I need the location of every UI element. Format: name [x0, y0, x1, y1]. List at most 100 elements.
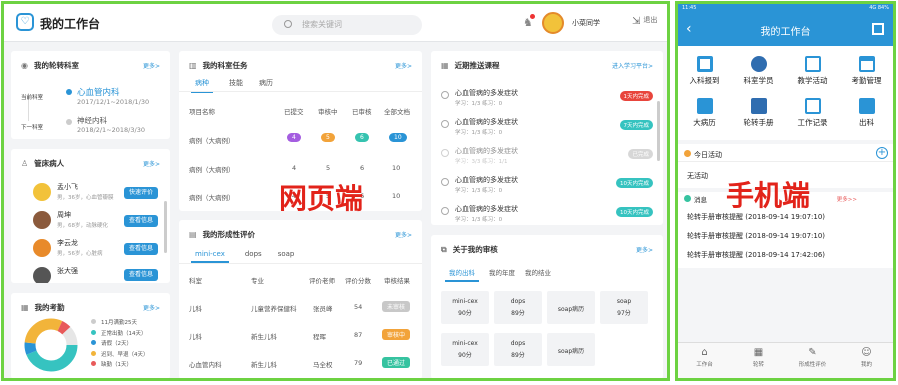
rotation-more-link[interactable]: 更多> — [143, 61, 160, 70]
patient-name: 周坤 — [57, 211, 71, 219]
course-name: 心血管病的多发症状 — [455, 89, 518, 97]
grid-item-checkin[interactable]: 入科报到 — [678, 56, 731, 86]
patient-avatar — [33, 239, 51, 257]
total-count: 10 — [392, 164, 401, 172]
attendance-more-link[interactable]: 更多> — [143, 303, 160, 312]
teacher-cell: 程晖 — [313, 333, 326, 341]
legend-item: 正常出勤（14天） — [91, 329, 149, 340]
tab-record[interactable]: 病历 — [259, 78, 273, 88]
patient-avatar — [33, 183, 51, 201]
grid-item-worklog[interactable]: 工作记录 — [786, 98, 839, 128]
review-card[interactable]: mini-cex 90分 — [441, 291, 489, 324]
logout-button[interactable]: ⇲ 退出 — [632, 15, 657, 27]
mobile-label: 手机端 — [726, 179, 811, 212]
list-item[interactable]: 心血管病的多发症状 学习：1/3 练习：0 10天内完成 — [441, 203, 663, 225]
grid-item-attendance[interactable]: 考勤管理 — [840, 56, 893, 86]
attendance-donut-chart — [24, 318, 78, 372]
nav-workbench[interactable]: ⌂ 工作台 — [678, 347, 731, 368]
reviews-more-link[interactable]: 更多> — [636, 245, 653, 254]
scrollbar[interactable] — [657, 101, 660, 161]
view-info-button[interactable]: 查看信息 — [124, 243, 158, 255]
grid-item-exit[interactable]: 出科 — [840, 98, 893, 128]
review-card[interactable]: mini-cex 90分 — [441, 333, 489, 366]
learning-platform-link[interactable]: 进入学习平台> — [612, 61, 653, 70]
table-icon: ▥ — [189, 61, 197, 70]
add-activity-button[interactable]: + — [876, 147, 888, 159]
smile-icon: ☺ — [861, 347, 872, 358]
nav-formative[interactable]: ✎ 形成性评价 — [786, 347, 839, 368]
course-radio-icon — [441, 178, 449, 186]
list-item[interactable]: 心血管病的多发症状 学习：3/3 练习：1/1 已完成 — [441, 145, 663, 167]
legend-dot — [91, 329, 96, 335]
logout-label: 退出 — [643, 16, 658, 24]
status-bar: 11:45 4G 84% — [678, 4, 893, 13]
review-card[interactable]: dops 89分 — [494, 333, 542, 366]
col-header: 审核结果 — [384, 277, 410, 285]
grid-item-teaching[interactable]: 教学活动 — [786, 56, 839, 86]
mobile-title: 我的工作台 — [760, 27, 811, 38]
review-card[interactable]: dops 89分 — [494, 291, 542, 324]
course-stats: 学习：3/3 练习：1/1 — [455, 159, 508, 165]
grid-item-students[interactable]: 科室学员 — [732, 56, 785, 86]
messages-more-link[interactable]: 更多>> — [837, 195, 857, 203]
tasks-more-link[interactable]: 更多> — [395, 61, 412, 70]
view-info-button[interactable]: 查看信息 — [124, 269, 158, 281]
tab-my-exit[interactable]: 我的出科 — [445, 267, 479, 282]
tab-my-annual[interactable]: 我的年度 — [489, 267, 515, 277]
legend-item: 11月满勤25天 — [91, 318, 149, 329]
patient-detail: 男，36岁，心血管瓣膜 — [57, 195, 114, 201]
scan-icon[interactable] — [872, 23, 884, 35]
patients-more-link[interactable]: 更多> — [143, 159, 160, 168]
quick-evaluate-button[interactable]: 快速评价 — [124, 187, 158, 199]
grid-item-handbook[interactable]: 轮转手册 — [732, 98, 785, 128]
submitted-count: 4 — [287, 133, 301, 142]
list-item[interactable]: 心血管病的多发症状 学习：1/3 练习：0 1天内完成 — [441, 87, 663, 109]
course-name: 心血管病的多发症状 — [455, 147, 518, 155]
scrollbar[interactable] — [164, 201, 167, 253]
board-icon — [804, 56, 821, 72]
message-item[interactable]: 轮转手册审核提醒 (2018-09-14 17:42:06) — [687, 250, 825, 260]
current-label: 当前科室 — [21, 95, 44, 101]
col-header: 全部文档 — [384, 108, 410, 116]
tab-mini-cex[interactable]: mini-cex — [191, 250, 229, 263]
tab-skill[interactable]: 技能 — [229, 78, 243, 88]
review-card[interactable]: soap 97分 — [600, 291, 648, 324]
mobile-header: ‹ 我的工作台 — [678, 13, 893, 46]
notebook-icon — [696, 98, 713, 114]
building-icon — [858, 98, 875, 114]
formative-tabs: mini-cex dops soap — [191, 250, 310, 263]
document-icon — [804, 98, 821, 114]
grid-item-records[interactable]: 大病历 — [678, 98, 731, 128]
course-name: 心血管病的多发症状 — [455, 205, 518, 213]
tab-dops[interactable]: dops — [245, 250, 262, 258]
grid-icon: ▦ — [753, 347, 764, 358]
list-item[interactable]: 心血管病的多发症状 学习：1/3 练习：0 7天内完成 — [441, 116, 663, 138]
tab-my-graduation[interactable]: 我的结业 — [525, 267, 551, 277]
legend-dot — [91, 361, 96, 366]
current-dept: 心血管内科 — [77, 88, 120, 98]
edit-icon: ✎ — [808, 347, 817, 358]
formative-more-link[interactable]: 更多> — [395, 230, 412, 239]
patient-detail: 男，68岁，动脉硬化 — [57, 223, 108, 229]
avatar[interactable] — [542, 12, 564, 34]
list-item[interactable]: 心血管病的多发症状 学习：1/3 练习：0 10天内完成 — [441, 174, 663, 196]
user-name[interactable]: 小菜同学 — [572, 18, 600, 28]
reviewing-count: 5 — [321, 133, 335, 142]
patient-name: 孟小飞 — [57, 183, 78, 191]
search-input[interactable]: 搜索关键词 — [272, 15, 422, 35]
view-info-button[interactable]: 查看信息 — [124, 215, 158, 227]
nav-rotation[interactable]: ▦ 轮转 — [732, 347, 785, 368]
reviews-card: ⧉ 关于我的审核 更多> 我的出科 我的年度 我的结业 mini-cex 90分 dop… — [431, 235, 663, 378]
col-header: 专业 — [251, 277, 264, 285]
page-title: 我的工作台 — [40, 17, 101, 31]
review-card[interactable]: soap病历 — [547, 291, 595, 324]
message-item[interactable]: 轮转手册审核提醒 (2018-09-14 19:07:10) — [687, 231, 825, 241]
review-card[interactable]: soap病历 — [547, 333, 595, 366]
today-empty-text: 无活动 — [687, 172, 708, 180]
tab-soap[interactable]: soap — [278, 250, 295, 258]
notification-bell-icon[interactable]: ♞ — [523, 14, 535, 29]
nav-mine[interactable]: ☺ 我的 — [840, 347, 893, 368]
divider — [179, 91, 422, 92]
status-badge: 未审核 — [382, 301, 411, 312]
share-icon: ⧉ — [441, 245, 447, 254]
